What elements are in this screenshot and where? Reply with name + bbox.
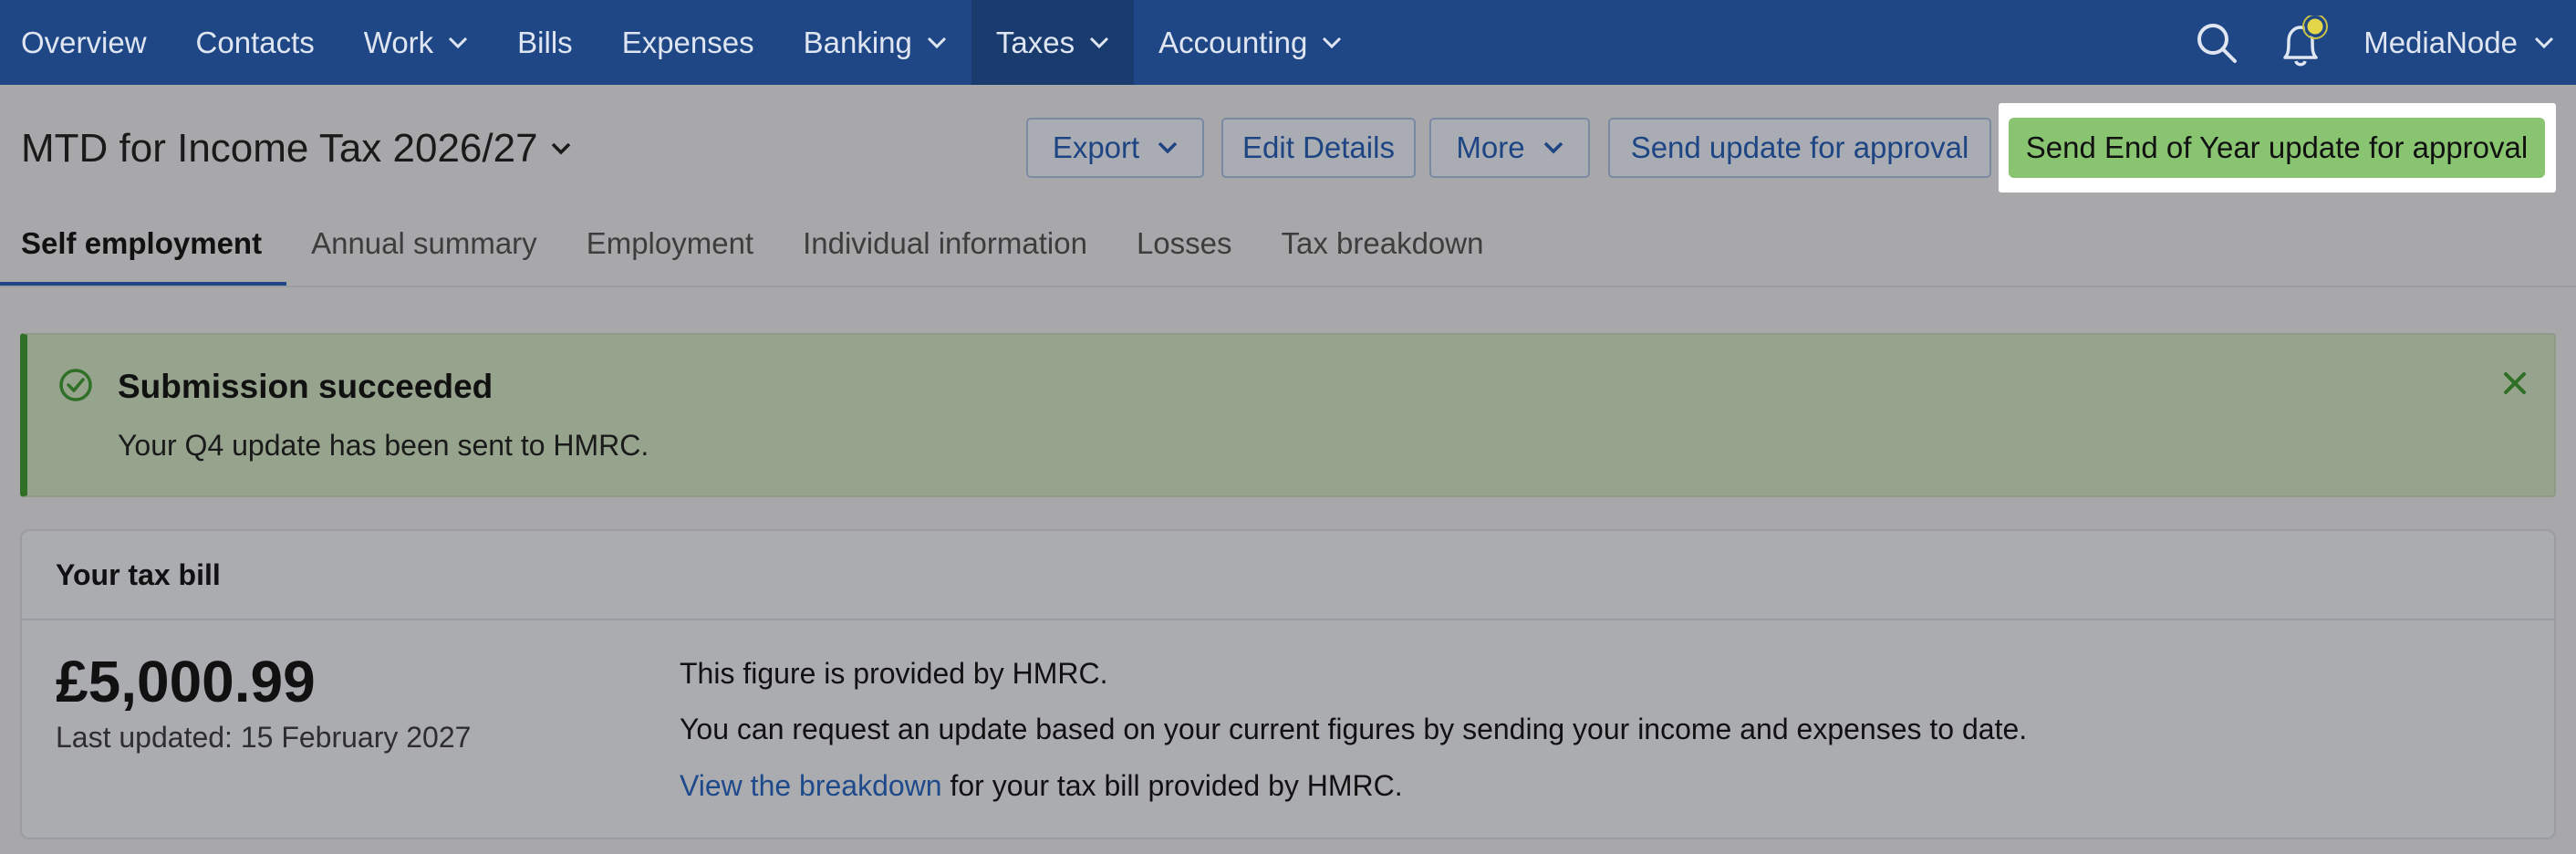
tab-annual-summary[interactable]: Annual summary (286, 210, 562, 286)
tab-label: Annual summary (311, 226, 537, 260)
edit-details-button[interactable]: Edit Details (1221, 118, 1416, 178)
organisation-name: MediaNode (2363, 25, 2518, 59)
tab-label: Tax breakdown (1281, 226, 1484, 260)
send-eoy-label: Send End of Year update for approval (2025, 130, 2529, 164)
page-title[interactable]: MTD for Income Tax 2026/27 (21, 126, 571, 172)
nav-right-group: MediaNode (2174, 0, 2576, 85)
nav-item-banking[interactable]: Banking (779, 0, 971, 85)
info-text-request-update: You can request an update based on your … (680, 713, 2028, 745)
nav-item-label: Bills (517, 25, 573, 59)
tab-divider (0, 286, 2576, 287)
top-navigation: Overview Contacts Work Bills Expenses Ba… (0, 0, 2576, 85)
nav-item-label: Taxes (995, 25, 1075, 59)
close-icon[interactable] (2501, 370, 2529, 397)
chevron-down-icon (2534, 36, 2554, 48)
export-button-label: Export (1052, 130, 1140, 164)
alert-title: Submission succeeded (118, 368, 493, 405)
nav-item-taxes[interactable]: Taxes (971, 0, 1135, 85)
nav-item-label: Banking (803, 25, 912, 59)
nav-item-label: Contacts (195, 25, 315, 59)
success-alert: Submission succeeded Your Q4 update has … (20, 333, 2556, 497)
tab-employment[interactable]: Employment (562, 210, 778, 286)
nav-item-label: Overview (21, 25, 147, 59)
export-button[interactable]: Export (1026, 118, 1204, 178)
tab-self-employment[interactable]: Self employment (0, 210, 287, 286)
tax-bill-amount: £5,000.99 (56, 649, 316, 714)
tab-losses[interactable]: Losses (1112, 210, 1257, 286)
nav-item-contacts[interactable]: Contacts (171, 0, 339, 85)
nav-item-overview[interactable]: Overview (0, 0, 171, 85)
nav-item-work[interactable]: Work (339, 0, 493, 85)
chevron-down-icon (1090, 36, 1109, 48)
card-header: Your tax bill (22, 531, 2554, 620)
nav-item-label: Accounting (1158, 25, 1308, 59)
info-text-hmrc: This figure is provided by HMRC. (680, 657, 1108, 690)
chevron-down-icon (551, 142, 570, 155)
nav-item-accounting[interactable]: Accounting (1134, 0, 1366, 85)
edit-details-label: Edit Details (1242, 130, 1395, 164)
notification-bell-icon[interactable] (2259, 0, 2343, 85)
info-text-breakdown: View the breakdown for your tax bill pro… (680, 769, 1403, 803)
organisation-menu[interactable]: MediaNode (2343, 0, 2576, 85)
tab-label: Individual information (803, 226, 1087, 260)
tax-bill-card: Your tax bill £5,000.99 Last updated: 15… (20, 529, 2556, 839)
more-button-label: More (1456, 130, 1525, 164)
nav-item-expenses[interactable]: Expenses (597, 0, 779, 85)
more-button[interactable]: More (1429, 118, 1590, 178)
send-update-label: Send update for approval (1630, 130, 1969, 164)
tab-tax-breakdown[interactable]: Tax breakdown (1257, 210, 1509, 286)
nav-item-bills[interactable]: Bills (493, 0, 597, 85)
chevron-down-icon (1323, 36, 1342, 48)
nav-item-label: Work (363, 25, 434, 59)
last-updated: Last updated: 15 February 2027 (56, 721, 472, 754)
page-title-text: MTD for Income Tax 2026/27 (21, 126, 538, 171)
chevron-down-icon (449, 36, 468, 48)
check-circle-icon (59, 369, 92, 401)
tab-label: Employment (586, 226, 754, 260)
view-breakdown-link[interactable]: View the breakdown (680, 769, 942, 802)
tab-label: Self employment (21, 226, 263, 260)
search-icon[interactable] (2174, 0, 2259, 85)
chevron-down-icon (1543, 141, 1563, 154)
tab-bar: Self employment Annual summary Employmen… (0, 210, 1508, 286)
card-title: Your tax bill (56, 557, 221, 591)
tab-label: Losses (1136, 226, 1232, 260)
chevron-down-icon (1158, 141, 1178, 154)
send-update-button[interactable]: Send update for approval (1608, 118, 1991, 178)
send-end-of-year-update-button[interactable]: Send End of Year update for approval (2009, 118, 2545, 178)
nav-item-label: Expenses (621, 25, 754, 59)
chevron-down-icon (927, 36, 946, 48)
tab-individual-information[interactable]: Individual information (778, 210, 1112, 286)
alert-message: Your Q4 update has been sent to HMRC. (118, 429, 649, 462)
breakdown-suffix: for your tax bill provided by HMRC. (941, 769, 1403, 802)
